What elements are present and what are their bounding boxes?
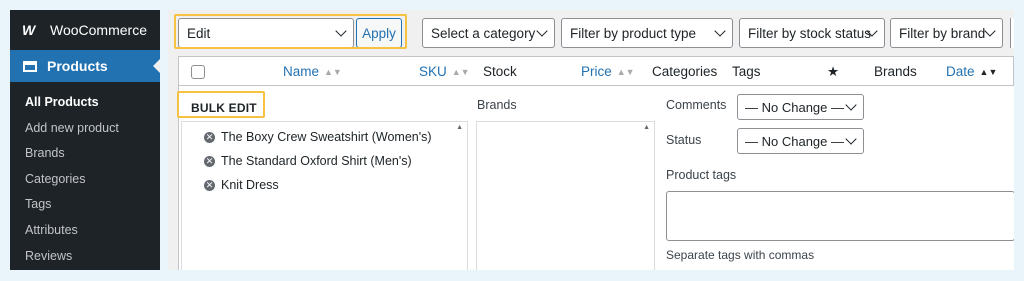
product-tags-label: Product tags <box>666 168 737 182</box>
bulk-action-select[interactable]: Edit <box>178 18 354 48</box>
product-name: The Standard Oxford Shirt (Men's) <box>221 154 412 168</box>
column-categories: Categories <box>652 64 718 79</box>
column-price[interactable]: Price ▲▼ <box>581 64 635 79</box>
chevron-down-icon <box>984 25 996 37</box>
archive-box-icon <box>23 60 37 72</box>
products-menu[interactable]: Products <box>10 50 160 82</box>
bulk-edit-title: BULK EDIT <box>191 101 257 115</box>
products-list-area: Edit Apply Select a category Filter by p… <box>168 10 1014 270</box>
column-name-label: Name <box>283 64 320 79</box>
chevron-down-icon <box>845 133 857 145</box>
column-stock: Stock <box>483 64 517 79</box>
chevron-down-icon <box>845 99 857 111</box>
sort-icon: ▲▼ <box>451 67 470 77</box>
woocommerce-menu[interactable]: W WooCommerce <box>10 10 160 50</box>
scroll-up-arrow-icon[interactable]: ▲ <box>643 124 650 131</box>
sidebar-item-categories[interactable]: Categories <box>10 167 160 193</box>
column-price-label: Price <box>581 64 612 79</box>
chevron-down-icon <box>536 25 548 37</box>
admin-sidebar: W WooCommerce Products All Products Add … <box>10 10 160 270</box>
column-sku[interactable]: SKU ▲▼ <box>419 64 470 79</box>
remove-item-icon[interactable]: ✕ <box>204 155 215 167</box>
comments-label: Comments <box>666 98 727 112</box>
comments-value: — No Change — <box>745 99 844 115</box>
status-value: — No Change — <box>745 133 844 149</box>
brand-filter-value: Filter by brand <box>899 25 986 41</box>
products-submenu: All Products Add new product Brands Cate… <box>10 90 160 269</box>
scroll-up-arrow-icon[interactable]: ▲ <box>456 124 463 131</box>
bulk-edit-panel: BULK EDIT ▲ ✕ The Boxy Crew Sweatshirt (… <box>177 86 1014 270</box>
bulk-edit-product-list[interactable]: ▲ ✕ The Boxy Crew Sweatshirt (Women's) ✕… <box>181 121 468 270</box>
current-menu-pointer <box>153 59 160 73</box>
apply-button[interactable]: Apply <box>356 18 402 48</box>
tablenav-top: Edit Apply Select a category Filter by p… <box>168 10 1014 56</box>
remove-item-icon[interactable]: ✕ <box>204 179 215 191</box>
woocommerce-logo-icon: W <box>22 22 36 38</box>
remove-item-icon[interactable]: ✕ <box>204 131 215 143</box>
sidebar-item-reviews[interactable]: Reviews <box>10 244 160 270</box>
select-all-checkbox[interactable] <box>191 65 205 79</box>
category-filter-value: Select a category <box>431 25 536 41</box>
filter-button-edge[interactable] <box>1010 18 1014 48</box>
sidebar-item-add-new-product[interactable]: Add new product <box>10 116 160 142</box>
sidebar-item-all-products[interactable]: All Products <box>10 90 160 116</box>
bulk-action-value: Edit <box>187 25 211 41</box>
products-menu-label: Products <box>47 58 108 74</box>
sort-icon: ▲▼ <box>324 67 342 77</box>
sidebar-item-brands[interactable]: Brands <box>10 141 160 167</box>
featured-star-icon[interactable]: ★ <box>827 64 839 80</box>
product-type-filter-select[interactable]: Filter by product type <box>561 18 733 48</box>
brands-checklist[interactable]: ▲ <box>476 121 655 270</box>
column-name[interactable]: Name ▲▼ <box>283 64 342 79</box>
sidebar-item-attributes[interactable]: Attributes <box>10 218 160 244</box>
list-item: ✕ Knit Dress <box>204 178 279 192</box>
sort-icon: ▲▼ <box>616 67 635 77</box>
sort-desc-icon: ▲▼ <box>979 67 998 77</box>
column-sku-label: SKU <box>419 64 447 79</box>
product-tags-textarea[interactable] <box>666 191 1014 241</box>
woocommerce-label: WooCommerce <box>50 22 147 38</box>
stock-status-filter-value: Filter by stock status <box>748 25 872 41</box>
status-select[interactable]: — No Change — <box>737 128 864 154</box>
brands-label: Brands <box>477 98 517 112</box>
product-name: The Boxy Crew Sweatshirt (Women's) <box>221 130 432 144</box>
category-filter-select[interactable]: Select a category <box>422 18 555 48</box>
column-date-label: Date <box>946 64 975 79</box>
chevron-down-icon <box>335 25 347 37</box>
sidebar-item-tags[interactable]: Tags <box>10 192 160 218</box>
chevron-down-icon <box>714 25 726 37</box>
brand-filter-select[interactable]: Filter by brand <box>890 18 1003 48</box>
tags-hint: Separate tags with commas <box>666 248 815 262</box>
column-date[interactable]: Date ▲▼ <box>946 64 997 79</box>
list-item: ✕ The Boxy Crew Sweatshirt (Women's) <box>204 130 432 144</box>
comments-select[interactable]: — No Change — <box>737 94 864 120</box>
product-name: Knit Dress <box>221 178 279 192</box>
table-header-row: Name ▲▼ SKU ▲▼ Stock Price ▲▼ Categories Ta… <box>178 56 1014 86</box>
status-label: Status <box>666 133 702 147</box>
column-brands: Brands <box>874 64 917 79</box>
column-tags: Tags <box>732 64 761 79</box>
product-type-filter-value: Filter by product type <box>570 25 697 41</box>
stock-status-filter-select[interactable]: Filter by stock status <box>739 18 885 48</box>
list-item: ✕ The Standard Oxford Shirt (Men's) <box>204 154 412 168</box>
